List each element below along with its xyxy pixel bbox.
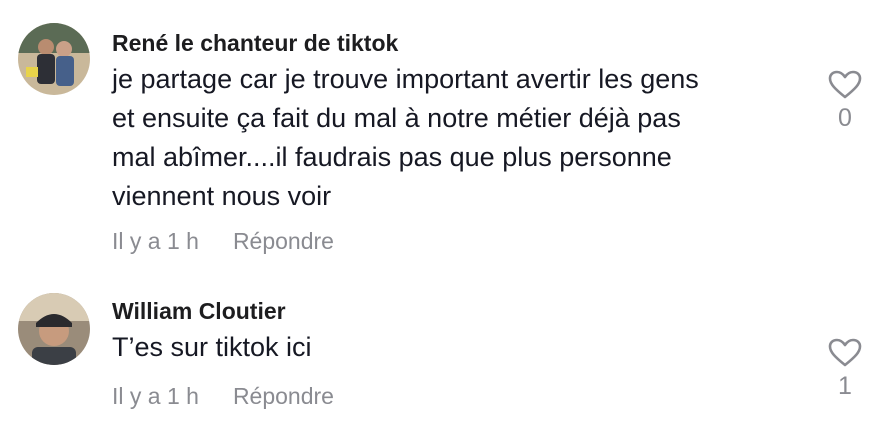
comment-text: je partage car je trouve important avert…	[112, 60, 772, 216]
comment-line: T’es sur tiktok ici	[112, 332, 312, 362]
like-count: 0	[838, 104, 852, 132]
like-count: 1	[838, 372, 852, 400]
like-button[interactable]: 1	[822, 338, 868, 401]
timestamp: Il y a 1 h	[112, 383, 199, 409]
comment-author[interactable]: William Cloutier	[112, 298, 286, 325]
comment-line: je partage car je trouve important avert…	[112, 64, 699, 94]
heart-outline-icon[interactable]	[828, 338, 862, 368]
reply-button[interactable]: Répondre	[233, 228, 334, 254]
heart-outline-icon[interactable]	[828, 70, 862, 100]
reply-button[interactable]: Répondre	[233, 383, 334, 409]
avatar[interactable]	[18, 23, 90, 95]
comment-line: viennent nous voir	[112, 181, 332, 211]
comment-line: mal abîmer....il faudrais pas que plus p…	[112, 142, 672, 172]
comment-line: et ensuite ça fait du mal à notre métier…	[112, 103, 681, 133]
comment-text: T’es sur tiktok ici	[112, 328, 772, 367]
like-button[interactable]: 0	[822, 70, 868, 133]
comment-meta: Il y a 1 h Répondre	[112, 228, 334, 255]
comment-author[interactable]: René le chanteur de tiktok	[112, 30, 398, 57]
avatar[interactable]	[18, 293, 90, 365]
comment-meta: Il y a 1 h Répondre	[112, 383, 334, 410]
timestamp: Il y a 1 h	[112, 228, 199, 254]
